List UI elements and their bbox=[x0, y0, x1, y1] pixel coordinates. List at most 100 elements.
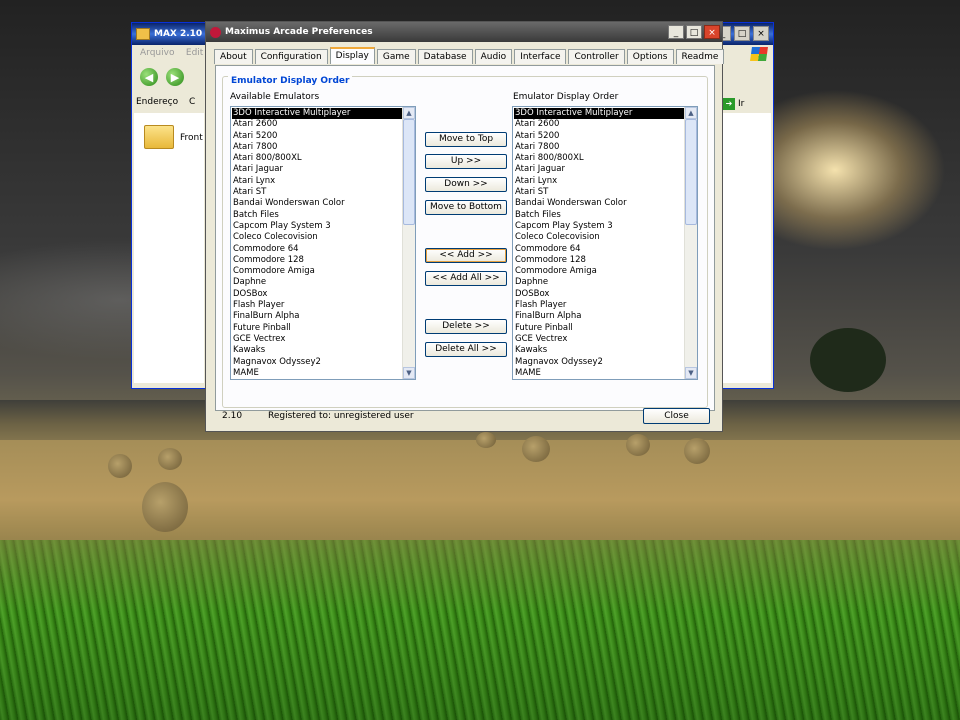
available-emulator-item[interactable]: Bandai Wonderswan Color bbox=[232, 198, 402, 209]
add-button[interactable]: << Add >> bbox=[425, 248, 507, 263]
scroll-thumb[interactable] bbox=[685, 119, 697, 225]
available-emulator-item[interactable]: Coleco Colecovision bbox=[232, 232, 402, 243]
folder-icon[interactable] bbox=[144, 125, 174, 149]
close-button[interactable]: Close bbox=[643, 408, 710, 424]
group-title: Emulator Display Order bbox=[228, 76, 353, 86]
available-emulator-item[interactable]: GCE Vectrex bbox=[232, 334, 402, 345]
available-emulator-item[interactable]: Future Pinball bbox=[232, 323, 402, 334]
available-emulator-item[interactable]: Kawaks bbox=[232, 345, 402, 356]
ordered-emulator-item[interactable]: Kawaks bbox=[514, 345, 684, 356]
menu-item-edit[interactable]: Edit bbox=[186, 48, 203, 58]
move-to-top-button[interactable]: Move to Top bbox=[425, 132, 507, 147]
add-all-button[interactable]: << Add All >> bbox=[425, 271, 507, 286]
available-emulator-item[interactable]: Atari 7800 bbox=[232, 142, 402, 153]
ordered-emulator-item[interactable]: Commodore Amiga bbox=[514, 266, 684, 277]
delete-button[interactable]: Delete >> bbox=[425, 319, 507, 334]
ordered-emulator-item[interactable]: Capcom Play System 3 bbox=[514, 221, 684, 232]
dialog-maximize-button[interactable]: □ bbox=[686, 25, 702, 39]
dialog-titlebar[interactable]: Maximus Arcade Preferences bbox=[206, 22, 722, 42]
ordered-emulator-item[interactable]: Bandai Wonderswan Color bbox=[514, 198, 684, 209]
available-emulator-item[interactable]: Commodore 128 bbox=[232, 255, 402, 266]
available-emulator-item[interactable]: Atari ST bbox=[232, 187, 402, 198]
ordered-emulator-item[interactable]: Flash Player bbox=[514, 300, 684, 311]
ordered-emulator-item[interactable]: MAME bbox=[514, 368, 684, 379]
ordered-emulator-item[interactable]: Atari Lynx bbox=[514, 176, 684, 187]
ordered-emulator-item[interactable]: Future Pinball bbox=[514, 323, 684, 334]
up-button[interactable]: Up >> bbox=[425, 154, 507, 169]
tab-configuration[interactable]: Configuration bbox=[254, 49, 328, 64]
go-arrow-icon[interactable]: ➔ bbox=[723, 98, 735, 110]
ordered-emulator-item[interactable]: DOSBox bbox=[514, 289, 684, 300]
available-emulator-item[interactable]: Daphne bbox=[232, 277, 402, 288]
explorer-right-pane bbox=[723, 113, 771, 383]
scroll-up-icon[interactable]: ▲ bbox=[685, 107, 697, 119]
order-scrollbar[interactable]: ▲ ▼ bbox=[684, 107, 697, 379]
preferences-dialog[interactable]: Maximus Arcade Preferences _ □ × About C… bbox=[205, 21, 725, 432]
ordered-emulator-item[interactable]: FinalBurn Alpha bbox=[514, 311, 684, 322]
address-go[interactable]: ➔ Ir bbox=[723, 97, 771, 111]
available-emulator-item[interactable]: Atari 2600 bbox=[232, 119, 402, 130]
emulator-order-list[interactable]: 3DO Interactive Multiplayer Atari 2600 Ata… bbox=[512, 106, 698, 380]
scroll-down-icon[interactable]: ▼ bbox=[685, 367, 697, 379]
scroll-down-icon[interactable]: ▼ bbox=[403, 367, 415, 379]
menu-item-file[interactable]: Arquivo bbox=[140, 48, 174, 58]
dialog-close-button[interactable]: × bbox=[704, 25, 720, 39]
ordered-emulator-item[interactable]: Coleco Colecovision bbox=[514, 232, 684, 243]
move-to-bottom-button[interactable]: Move to Bottom bbox=[425, 200, 507, 215]
available-emulator-item[interactable]: Atari Jaguar bbox=[232, 164, 402, 175]
available-emulator-item[interactable]: Magnavox Odyssey2 bbox=[232, 357, 402, 368]
delete-all-button[interactable]: Delete All >> bbox=[425, 342, 507, 357]
down-button[interactable]: Down >> bbox=[425, 177, 507, 192]
tab-interface[interactable]: Interface bbox=[514, 49, 567, 64]
available-emulator-item[interactable]: FinalBurn Alpha bbox=[232, 311, 402, 322]
folder-label[interactable]: Front bbox=[180, 133, 203, 143]
available-emulator-item[interactable]: Batch Files bbox=[232, 210, 402, 221]
available-emulator-item[interactable]: 3DO Interactive Multiplayer bbox=[232, 108, 402, 120]
tab-about[interactable]: About bbox=[214, 49, 253, 64]
ordered-emulator-item[interactable]: Magnavox Odyssey2 bbox=[514, 357, 684, 368]
explorer-title: MAX 2.10 bbox=[154, 29, 203, 39]
back-arrow-icon[interactable]: ◀ bbox=[140, 68, 158, 86]
version-label: 2.10 bbox=[222, 411, 243, 421]
available-emulator-item[interactable]: MAME bbox=[232, 368, 402, 379]
scroll-thumb[interactable] bbox=[403, 119, 415, 225]
address-value: C bbox=[189, 97, 196, 107]
ordered-emulator-item[interactable]: GCE Vectrex bbox=[514, 334, 684, 345]
ordered-emulator-item[interactable]: Commodore 128 bbox=[514, 255, 684, 266]
ordered-emulator-item[interactable]: Commodore 64 bbox=[514, 244, 684, 255]
dialog-minimize-button[interactable]: _ bbox=[668, 25, 684, 39]
available-emulator-item[interactable]: Commodore Amiga bbox=[232, 266, 402, 277]
ordered-emulator-item[interactable]: Atari Jaguar bbox=[514, 164, 684, 175]
available-emulators-list[interactable]: 3DO Interactive Multiplayer Atari 2600 Ata… bbox=[230, 106, 416, 380]
available-emulator-item[interactable]: Atari 800/800XL bbox=[232, 153, 402, 164]
available-emulator-item[interactable]: Flash Player bbox=[232, 300, 402, 311]
registration-label: Registered to: unregistered user bbox=[268, 411, 414, 421]
ordered-emulator-item[interactable]: Batch Files bbox=[514, 210, 684, 221]
address-bar[interactable]: Endereço C bbox=[136, 97, 195, 107]
tab-game-lists[interactable]: Game Lists bbox=[376, 49, 416, 77]
ordered-emulator-item[interactable]: Atari 2600 bbox=[514, 119, 684, 130]
forward-arrow-icon[interactable]: ▶ bbox=[166, 68, 184, 86]
ordered-emulator-item[interactable]: Atari 7800 bbox=[514, 142, 684, 153]
available-scrollbar[interactable]: ▲ ▼ bbox=[402, 107, 415, 379]
tab-audio[interactable]: Audio bbox=[474, 49, 513, 64]
ordered-emulator-item[interactable]: Atari 800/800XL bbox=[514, 153, 684, 164]
available-emulator-item[interactable]: Commodore 64 bbox=[232, 244, 402, 255]
explorer-close-button[interactable]: × bbox=[753, 26, 769, 41]
ordered-emulator-item[interactable]: Daphne bbox=[514, 277, 684, 288]
available-emulator-item[interactable]: Atari 5200 bbox=[232, 131, 402, 142]
ordered-emulator-item[interactable]: Atari ST bbox=[514, 187, 684, 198]
tab-options[interactable]: Options bbox=[626, 49, 674, 64]
available-emulator-item[interactable]: Capcom Play System 3 bbox=[232, 221, 402, 232]
tab-display-order[interactable]: Display Order bbox=[329, 47, 375, 76]
available-emulator-item[interactable]: DOSBox bbox=[232, 289, 402, 300]
ordered-emulator-item[interactable]: Atari 5200 bbox=[514, 131, 684, 142]
scroll-up-icon[interactable]: ▲ bbox=[403, 107, 415, 119]
available-emulator-item[interactable]: Atari Lynx bbox=[232, 176, 402, 187]
tab-controller[interactable]: Controller bbox=[568, 49, 625, 64]
ordered-emulator-item[interactable]: 3DO Interactive Multiplayer bbox=[514, 108, 684, 120]
hay-bale bbox=[108, 454, 132, 478]
tab-readme[interactable]: Readme bbox=[675, 49, 725, 64]
explorer-maximize-button[interactable]: □ bbox=[734, 26, 750, 41]
tab-database[interactable]: Database bbox=[417, 49, 473, 64]
